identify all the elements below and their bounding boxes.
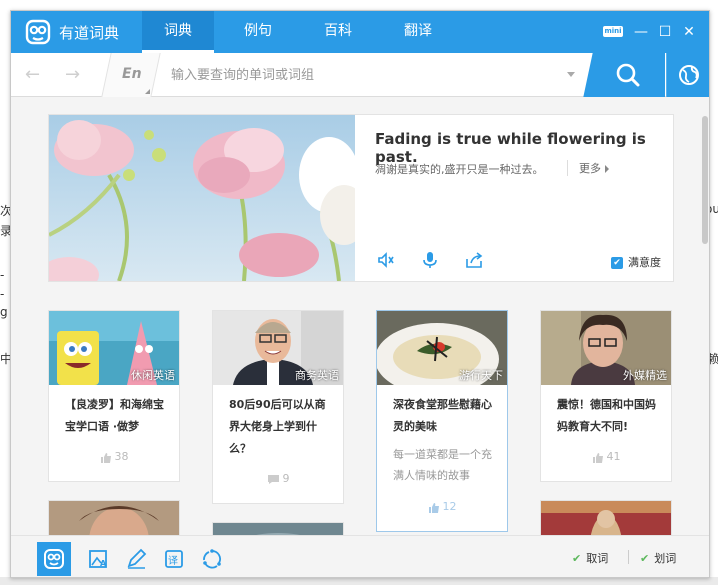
article-thumbnail [49, 501, 179, 535]
title-bar[interactable]: 有道词典 词典 例句 百科 翻译 mini — ☐ ✕ [11, 11, 709, 53]
card-category-tag: 商务英语 [295, 369, 339, 382]
tab-encyclopedia[interactable]: 百科 [302, 11, 374, 53]
svg-text:译: 译 [168, 555, 178, 567]
like-count: 38 [114, 450, 129, 463]
corner-triangle-icon [145, 89, 150, 94]
card-title: 深夜食堂那些慰藉心灵的美味 [393, 398, 492, 433]
tab-translate[interactable]: 翻译 [382, 11, 454, 53]
image-translate-button[interactable]: A [81, 542, 115, 576]
check-icon: ✔ [572, 552, 582, 565]
sync-icon [203, 549, 221, 569]
card-title: 震惊！德国和中国妈妈教育大不同! [557, 398, 656, 433]
app-title: 有道词典 [59, 24, 120, 42]
translate-button[interactable]: 译 [157, 542, 191, 576]
language-selector[interactable]: En [122, 66, 142, 82]
article-thumbnail [541, 501, 671, 535]
thumbs-up-icon [100, 452, 111, 463]
image-translate-icon: A [89, 550, 107, 568]
bottom-toolbar: A 译 ✔ 取词 ✔ 划词 [11, 535, 709, 577]
more-label: 更多 [579, 162, 601, 175]
sync-button[interactable] [195, 542, 229, 576]
background-bottom [0, 577, 718, 585]
tab-dictionary[interactable]: 词典 [142, 11, 214, 53]
card-likes: 41 [541, 450, 671, 463]
satisfaction-checkbox[interactable]: ✔ 满意度 [611, 254, 661, 270]
card-category-tag: 外媒精选 [623, 369, 667, 382]
article-card[interactable] [212, 522, 344, 535]
thumbs-up-icon [428, 502, 439, 513]
content-area[interactable]: Fading is true while flowering is past. … [11, 98, 709, 535]
capture-word-label: 取词 [586, 552, 609, 565]
article-card[interactable] [48, 500, 180, 535]
card-title: 80后90后可以从商界大佬身上学到什么？ [229, 398, 326, 455]
card-description: 每一道菜都是一个充满人情味的故事 [393, 448, 492, 482]
article-thumbnail [213, 523, 343, 535]
speaker-icon[interactable] [377, 251, 395, 269]
background-text: - [0, 287, 5, 301]
forward-arrow-icon[interactable]: → [65, 64, 80, 85]
article-card[interactable] [540, 500, 672, 535]
article-card[interactable]: 商务英语 80后90后可以从商界大佬身上学到什么？ 9 [212, 310, 344, 504]
card-title: 【良凌罗】和海绵宝宝学口语 ·做梦 [65, 398, 164, 433]
divider [628, 550, 629, 564]
search-button[interactable] [593, 53, 665, 97]
daily-sentence-card[interactable]: Fading is true while flowering is past. … [48, 114, 674, 282]
article-card-selected[interactable]: 游行天下 深夜食堂那些慰藉心灵的美味 每一道菜都是一个充满人情味的故事 12 [376, 310, 508, 532]
youdao-logo-icon [25, 19, 51, 45]
close-icon: ✕ [683, 24, 695, 40]
card-likes: 38 [49, 450, 179, 463]
scrollbar-thumb[interactable] [702, 116, 708, 244]
pen-icon [127, 548, 147, 569]
background-text: - [0, 268, 5, 282]
close-button[interactable]: ✕ [681, 24, 697, 40]
chevron-right-icon [605, 165, 609, 173]
satisfaction-label: 满意度 [628, 256, 661, 269]
select-word-label: 划词 [654, 552, 677, 565]
search-bar: ← → En [11, 53, 709, 97]
comment-icon [267, 474, 279, 484]
sentence-chinese: 凋谢是真实的,盛开只是一种过去。 [375, 163, 544, 176]
search-input[interactable] [171, 63, 566, 87]
search-icon [616, 63, 640, 87]
card-likes: 12 [377, 500, 507, 513]
share-icon[interactable] [465, 251, 483, 269]
checkbox-checked-icon: ✔ [611, 257, 623, 269]
youdao-logo-icon [44, 549, 64, 569]
youdao-home-button[interactable] [37, 542, 71, 576]
minimize-icon: — [634, 24, 648, 40]
background-text: g [0, 305, 8, 319]
capture-word-toggle[interactable]: ✔ 取词 [572, 550, 608, 566]
globe-icon [679, 65, 699, 85]
mini-mode-button[interactable]: mini [603, 26, 623, 37]
microphone-icon[interactable] [421, 251, 439, 269]
handwriting-button[interactable] [119, 542, 153, 576]
card-category-tag: 休闲英语 [131, 369, 175, 382]
article-card[interactable]: 外媒精选 震惊！德国和中国妈妈教育大不同! 41 [540, 310, 672, 482]
thumbs-up-icon [592, 452, 603, 463]
translate-icon: 译 [165, 550, 183, 568]
card-category-tag: 游行天下 [459, 369, 503, 382]
select-word-toggle[interactable]: ✔ 划词 [640, 550, 676, 566]
maximize-icon: ☐ [658, 24, 672, 40]
svg-text:A: A [100, 559, 107, 568]
history-dropdown-icon[interactable] [567, 72, 575, 77]
comment-count: 9 [282, 472, 290, 485]
back-arrow-icon[interactable]: ← [25, 64, 40, 85]
maximize-button[interactable]: ☐ [657, 24, 673, 40]
flower-image [49, 115, 355, 281]
minimize-button[interactable]: — [633, 24, 649, 40]
card-comments: 9 [213, 472, 343, 485]
web-search-button[interactable] [666, 53, 709, 97]
check-icon: ✔ [640, 552, 650, 565]
article-card[interactable]: 休闲英语 【良凌罗】和海绵宝宝学口语 ·做梦 38 [48, 310, 180, 482]
like-count: 41 [606, 450, 621, 463]
youdao-dict-window: 有道词典 词典 例句 百科 翻译 mini — ☐ ✕ ← → En 输入要查询… [10, 10, 710, 578]
more-link[interactable]: 更多 [567, 160, 609, 176]
tab-examples[interactable]: 例句 [222, 11, 294, 53]
like-count: 12 [442, 500, 457, 513]
